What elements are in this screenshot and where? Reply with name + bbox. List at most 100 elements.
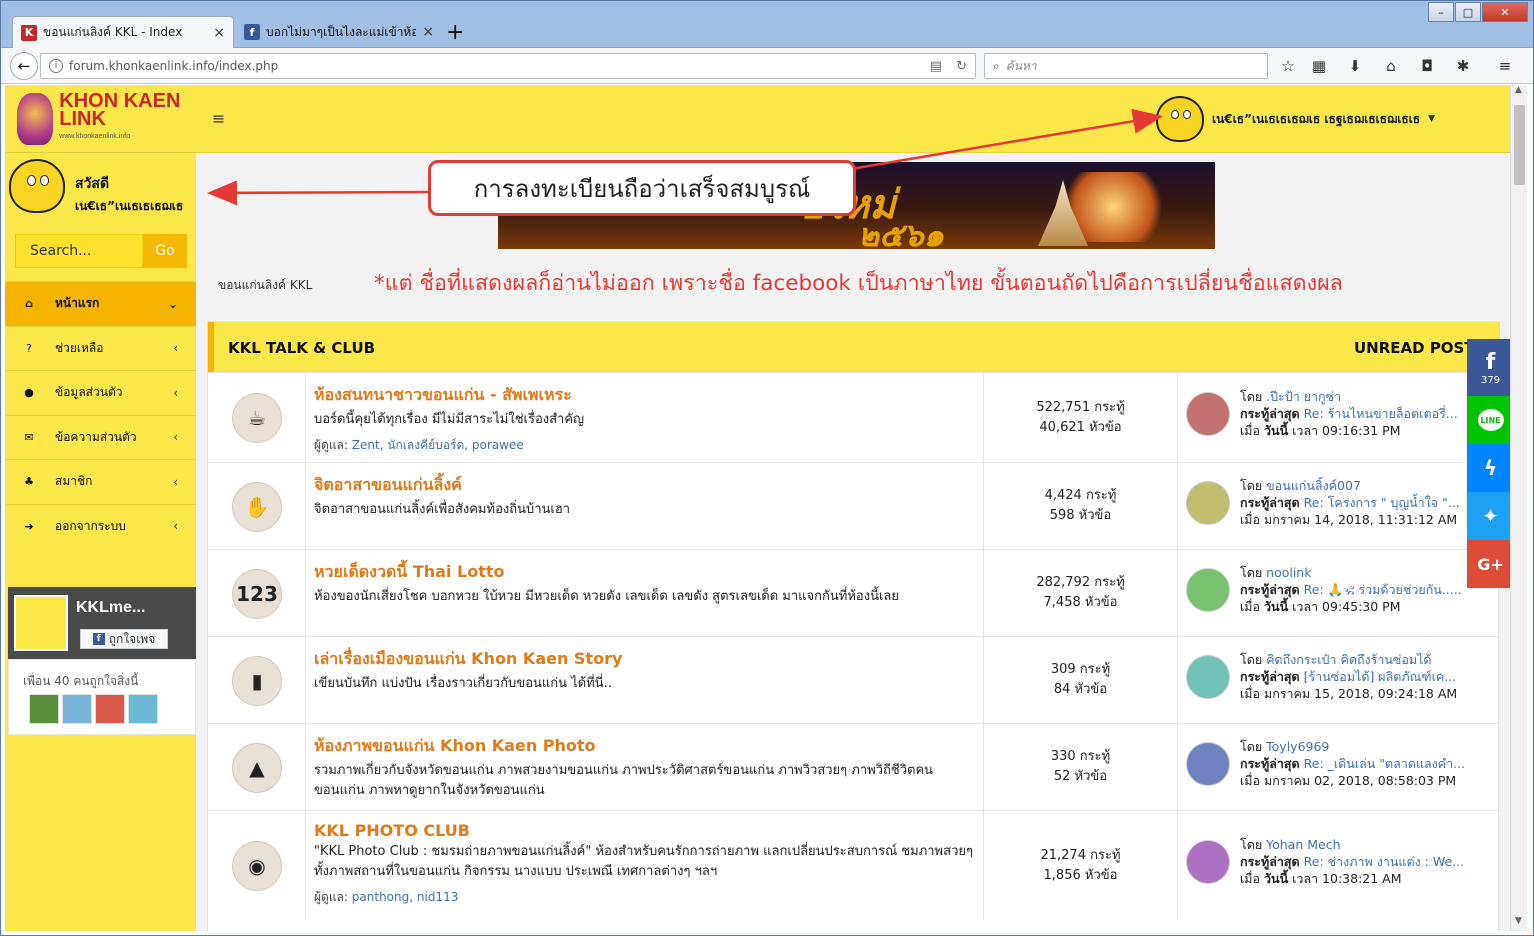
download-icon[interactable]: ⬇	[1343, 54, 1367, 78]
pagoda-icon[interactable]: ▲	[232, 743, 282, 793]
sidebar-item-1[interactable]: ? ช่วยเหลือ ‹	[5, 325, 196, 371]
bookmark-star-icon[interactable]: ☆	[1276, 54, 1300, 78]
last-post-link[interactable]: Re: โครงการ " บุญน้ำใจ "...	[1304, 495, 1460, 510]
fb-page-thumbnail[interactable]	[14, 595, 68, 651]
page-scrollbar[interactable]	[1510, 85, 1527, 931]
unread-posts-link[interactable]: UNREAD POSTS	[1354, 339, 1485, 357]
sidebar-item-4[interactable]: ♣ สมาชิก ‹	[5, 459, 196, 504]
sidebar-search-button[interactable]: Go	[143, 234, 187, 268]
sidebar-item-2[interactable]: ● ข้อมูลส่วนตัว ‹	[5, 370, 196, 415]
facebook-page-widget[interactable]: KKLme... f ถูกใจเพจ	[8, 587, 196, 659]
tab-facebook[interactable]: f บอกไม่มาๆเป็นไงละแม่เข้าห้องย ×	[236, 16, 442, 48]
hamburger-menu-icon[interactable]: ≡	[212, 109, 225, 128]
close-tab-icon[interactable]: ×	[213, 25, 225, 41]
board-info: ห้องภาพขอนแก่น Khon Kaen Photo รวมภาพเกี่…	[306, 724, 984, 810]
friend-avatar[interactable]	[29, 694, 59, 724]
board-title-link[interactable]: เล่าเรื่องเมืองขอนแก่น Khon Kaen Story	[314, 647, 975, 672]
board-icon-cell: ☕	[208, 373, 306, 462]
last-poster-link[interactable]: Yohan Mech	[1266, 837, 1340, 852]
last-poster-avatar[interactable]	[1186, 840, 1230, 884]
last-post-link[interactable]: [ร้านซ่อมได้] ผลิตภัณฑ์เค...	[1304, 669, 1457, 684]
category-title[interactable]: KKL TALK & CLUB	[228, 339, 375, 357]
board-row: ✋ จิตอาสาขอนแก่นลิ้งค์ จิตอาสาขอนแก่นลิ้งค…	[208, 462, 1500, 549]
lotto-123-icon[interactable]: 123	[232, 569, 282, 619]
last-post-link[interactable]: Re: 🙏🕉 ร่วมด้วยช่วยกัน.....	[1304, 582, 1462, 597]
site-info-icon[interactable]: i	[49, 59, 63, 73]
story-icon[interactable]: ▮	[232, 656, 282, 706]
close-window-button[interactable]: ✕	[1482, 2, 1528, 22]
fb-like-button[interactable]: f ถูกใจเพจ	[80, 629, 168, 649]
sidebar-item-3[interactable]: ✉ ข้อความส่วนตัว ‹	[5, 414, 196, 460]
library-icon[interactable]: ▦	[1307, 54, 1331, 78]
close-tab-icon[interactable]: ×	[422, 24, 434, 40]
last-post-link[interactable]: Re: _เดินเล่น "ตลาดแลงคำ...	[1304, 756, 1465, 771]
site-logo[interactable]: KHON KAEN LINK www.khonkaenlink.info	[5, 85, 196, 153]
extension-icon[interactable]: ✱	[1451, 54, 1475, 78]
twitter-share-button[interactable]: ✦	[1467, 492, 1510, 540]
new-tab-button[interactable]: +	[446, 20, 464, 45]
board-title-link[interactable]: KKL PHOTO CLUB	[314, 821, 975, 840]
maximize-button[interactable]: □	[1455, 2, 1481, 22]
menu-icon[interactable]: ≡	[1493, 54, 1517, 78]
chevron-icon: ‹	[173, 519, 178, 534]
friend-avatar[interactable]	[62, 694, 92, 724]
fb-page-name[interactable]: KKLme...	[76, 599, 145, 617]
by-label: โดย	[1240, 565, 1263, 580]
url-bar[interactable]: i forum.khonkaenlink.info/index.php ▤ ↻	[40, 53, 976, 79]
last-poster-avatar[interactable]	[1186, 481, 1230, 525]
hands-icon[interactable]: ✋	[232, 482, 282, 532]
sidebar-search-input[interactable]: Search...	[15, 234, 143, 268]
annotation-callout: การลงทะเบียนถือว่าเสร็จสมบูรณ์	[428, 160, 856, 216]
sidebar-item-0[interactable]: ⌂ หน้าแรก ⌄	[5, 281, 196, 326]
last-post-link[interactable]: Re: ร้านไหนขายล็อตเตอรี่...	[1304, 406, 1458, 421]
last-poster-avatar[interactable]	[1186, 568, 1230, 612]
camera-icon[interactable]: ◉	[232, 841, 282, 891]
sidebar-item-label: ออกจากระบบ	[55, 518, 126, 533]
board-title-link[interactable]: หวยเด็ดงวดนี้ Thai Lotto	[314, 560, 975, 585]
scroll-up-icon[interactable]: ▲	[1510, 85, 1527, 101]
reader-view-icon[interactable]: ▤	[930, 59, 942, 74]
board-title-link[interactable]: ห้องสนทนาชาวขอนแก่น - สัพเพเหระ	[314, 383, 975, 408]
scroll-down-icon[interactable]: ▼	[1510, 916, 1527, 932]
board-category: KKL TALK & CLUB UNREAD POSTS ☕ ห้องสนทนาช…	[207, 321, 1500, 931]
last-poster-link[interactable]: .ปีะป้า ยากูซ่า	[1266, 389, 1341, 404]
friend-avatar[interactable]	[95, 694, 125, 724]
coffee-icon[interactable]: ☕	[232, 393, 282, 443]
last-poster-link[interactable]: Toyly6969	[1266, 739, 1329, 754]
last-poster-link[interactable]: noolink	[1266, 565, 1311, 580]
breadcrumb[interactable]: ขอนแก่นลิงค์ KKL	[218, 276, 312, 295]
browser-tab-strip: K ขอนแก่นลิงค์ KKL - Index × f บอกไม่มาๆ…	[0, 0, 1534, 48]
board-description: เขียนบันทึก แบ่งปัน เรื่องราวเกี่ยวกับขอ…	[314, 676, 612, 691]
user-avatar[interactable]	[9, 159, 65, 213]
messenger-share-button[interactable]: ϟ	[1467, 444, 1510, 492]
reload-icon[interactable]: ↻	[956, 59, 967, 74]
back-button[interactable]: ←	[10, 52, 38, 80]
last-post-link[interactable]: Re: ช่างภาพ งานแต่ง : We...	[1304, 854, 1464, 869]
last-poster-link[interactable]: ขอนแก่นลิ้งค์007	[1266, 478, 1361, 493]
home-icon[interactable]: ⌂	[1379, 54, 1403, 78]
last-poster-avatar[interactable]	[1186, 655, 1230, 699]
last-poster-avatar[interactable]	[1186, 742, 1230, 786]
last-poster-link[interactable]: คิดถึงกระเป๋า คิดถึงร้านซ่อมได้	[1266, 652, 1431, 667]
line-share-button[interactable]: LINE	[1467, 396, 1510, 444]
board-posts-count: 522,751 กระทู้	[1036, 399, 1125, 415]
sidebar-item-5[interactable]: ➜ ออกจากระบบ ‹	[5, 503, 196, 549]
browser-search-input[interactable]: ⌕ ค้นหา	[984, 53, 1268, 79]
googleplus-share-button[interactable]: G+	[1467, 540, 1510, 588]
minimize-button[interactable]: –	[1428, 2, 1454, 22]
last-poster-avatar[interactable]	[1186, 392, 1230, 436]
board-title-link[interactable]: ห้องภาพขอนแก่น Khon Kaen Photo	[314, 734, 975, 759]
header-avatar[interactable]	[1156, 96, 1204, 142]
moderator-links[interactable]: panthong, nid113	[352, 890, 459, 904]
facebook-share-button[interactable]: f 379	[1467, 339, 1510, 396]
user-panel: สวัสดี เน€เธ”เนเธเธเธฌเธ	[5, 153, 196, 217]
moderator-links[interactable]: Zent, นักเลงคีย์บอร์ด, porawee	[352, 438, 524, 452]
board-title-link[interactable]: จิตอาสาขอนแก่นลิ้งค์	[314, 473, 975, 498]
pocket-icon[interactable]: ◘	[1415, 54, 1439, 78]
board-last-post: โดย ขอนแก่นลิ้งค์007 กระทู้ล่าสุด Re: โคร…	[1178, 463, 1500, 549]
friend-avatar[interactable]	[128, 694, 158, 724]
scrollbar-thumb[interactable]	[1514, 105, 1525, 185]
logo-wordmark: KHON KAEN LINK	[59, 89, 181, 130]
header-user-dropdown[interactable]: เน€เธ”เนเธเธเธฌเธ เธฐเธฌเธเธฌเธเธ ▼	[1156, 91, 1435, 147]
tab-kkl-index[interactable]: K ขอนแก่นลิงค์ KKL - Index ×	[12, 16, 234, 48]
